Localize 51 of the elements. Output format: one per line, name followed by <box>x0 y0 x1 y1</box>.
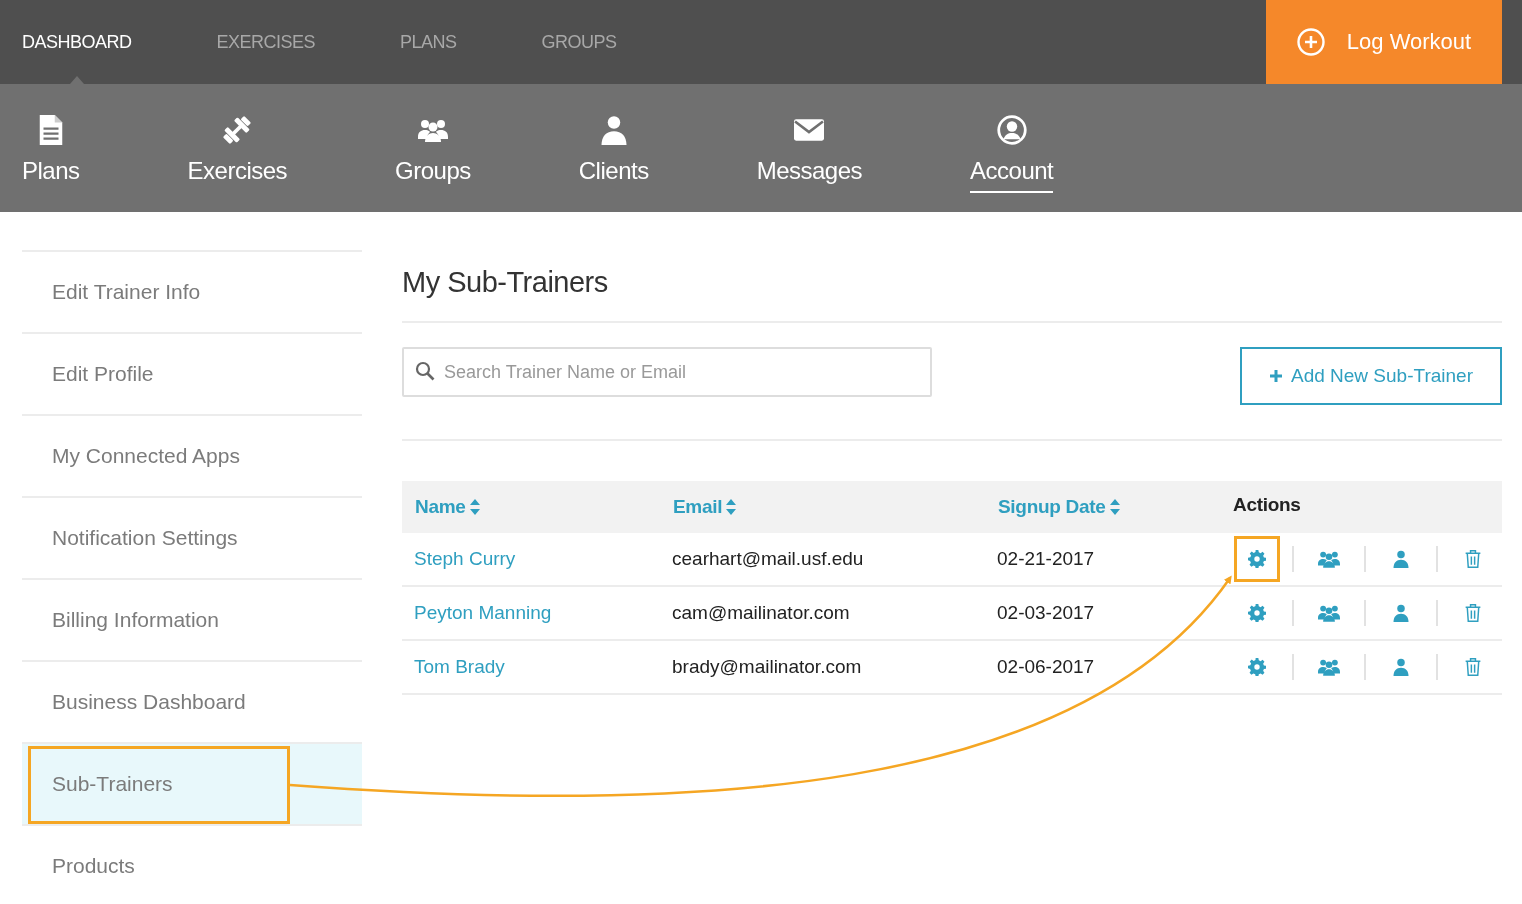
page-title: My Sub-Trainers <box>402 250 1502 323</box>
nav-item[interactable]: Clients <box>578 84 649 212</box>
table-cell-text: 02-21-2017 <box>996 548 1096 570</box>
trash-icon <box>1464 658 1482 676</box>
gear-icon <box>1248 550 1266 568</box>
table-cell-text: cearhart@mail.usf.edu <box>671 548 865 570</box>
trash-icon <box>1464 550 1482 568</box>
nav-item[interactable]: Plans <box>22 84 80 212</box>
sort-header[interactable]: Name <box>402 496 480 518</box>
table-cell-text: 02-06-2017 <box>996 656 1096 678</box>
nav-item[interactable]: Exercises <box>187 84 288 212</box>
sort-header[interactable]: Signup Date <box>985 496 1120 518</box>
table-cell-text: cam@mailinator.com <box>671 602 851 624</box>
sidebar-item[interactable]: Edit Profile <box>22 334 362 416</box>
settings-button[interactable] <box>1234 536 1280 582</box>
trainer-name-link[interactable]: Tom Brady <box>402 656 505 678</box>
person-icon <box>1392 658 1410 676</box>
trash-icon <box>1464 604 1482 622</box>
group-icon <box>1318 658 1340 676</box>
plus-circle-icon <box>1296 28 1325 56</box>
search-field[interactable]: Search Trainer Name or Email <box>402 347 932 397</box>
table-cell-text: brady@mailinator.com <box>671 656 863 678</box>
sidebar-item[interactable]: Notification Settings <box>22 498 362 580</box>
nav-tab[interactable]: EXERCISES <box>216 0 316 84</box>
sidebar-item[interactable]: Products <box>22 826 362 904</box>
trainer-name-link[interactable]: Peyton Manning <box>402 602 552 624</box>
person-icon <box>1392 604 1410 622</box>
sidebar-item[interactable]: Edit Trainer Info <box>22 252 362 334</box>
column-header: Actions <box>1232 494 1301 516</box>
nav-item[interactable]: Account <box>970 84 1054 212</box>
user-circle-icon <box>996 115 1027 145</box>
person-icon <box>1392 550 1410 568</box>
search-icon <box>415 361 435 381</box>
plus-icon <box>1269 369 1283 383</box>
nav-item[interactable]: Groups <box>395 84 471 212</box>
gear-icon <box>1248 658 1266 676</box>
sidebar-item[interactable]: My Connected Apps <box>22 416 362 498</box>
gear-icon <box>1248 604 1266 622</box>
sidebar-item[interactable]: Sub-Trainers <box>22 744 362 826</box>
add-sub-trainer-button[interactable]: Add New Sub-Trainer <box>1240 347 1502 405</box>
nav-tab[interactable]: PLANS <box>400 0 457 84</box>
group-icon <box>1318 550 1340 568</box>
dumbbell-icon <box>222 115 253 145</box>
nav-tab[interactable]: GROUPS <box>541 0 617 84</box>
nav-item[interactable]: Messages <box>756 84 863 212</box>
log-workout-button[interactable]: Log Workout <box>1266 0 1502 84</box>
sort-header[interactable]: Email <box>660 496 737 518</box>
trainer-name-link[interactable]: Steph Curry <box>402 548 516 570</box>
group-icon <box>1318 604 1340 622</box>
table-cell-text: 02-03-2017 <box>996 602 1096 624</box>
sidebar-item[interactable]: Billing Information <box>22 580 362 662</box>
